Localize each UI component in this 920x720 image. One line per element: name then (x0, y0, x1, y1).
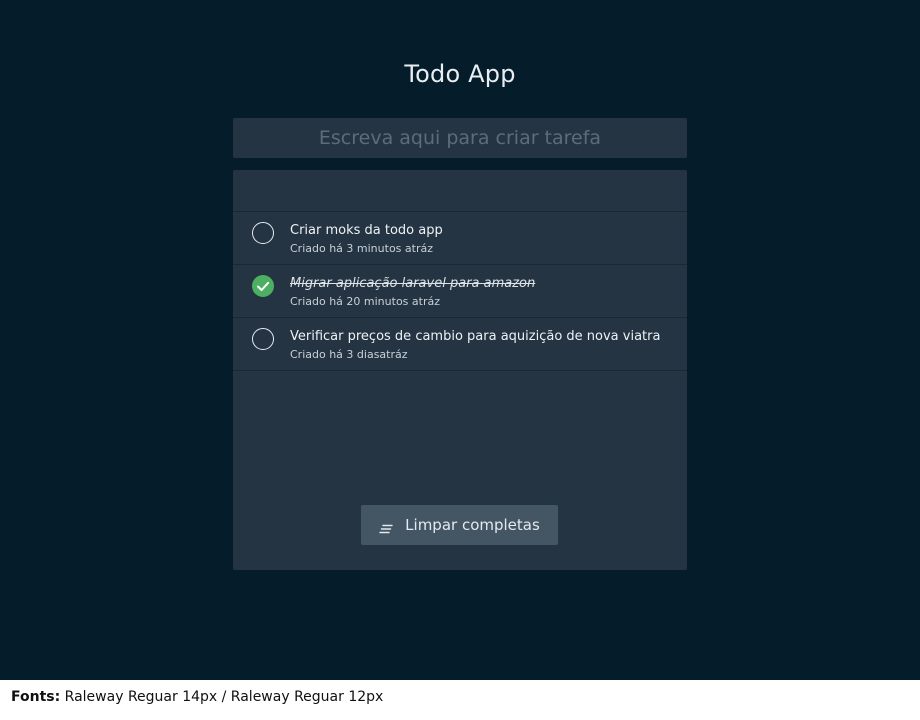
new-task-input[interactable] (233, 118, 687, 158)
task-checkbox[interactable] (252, 328, 274, 350)
clear-list-icon (379, 520, 393, 534)
fonts-footnote-text: Raleway Reguar 14px / Raleway Reguar 12p… (64, 689, 384, 705)
checkmark-icon (257, 281, 270, 291)
task-created-time: Criado há 3 minutos atráz (290, 242, 433, 255)
fonts-footnote: Fonts: Raleway Reguar 14px / Raleway Reg… (11, 689, 383, 705)
task-title: Criar moks da todo app (290, 223, 443, 238)
task-checkbox[interactable] (252, 222, 274, 244)
clear-completed-button[interactable]: Limpar completas (361, 505, 558, 545)
task-created-time: Criado há 20 minutos atráz (290, 295, 440, 308)
app-title: Todo App (404, 60, 516, 88)
task-item: Verificar preços de cambio para aquiziçã… (233, 318, 687, 371)
task-title: Migrar aplicação laravel para amazon (290, 276, 536, 291)
task-panel-header (233, 170, 687, 212)
app-background: Todo App Criar moks da todo app Criado h… (0, 0, 920, 680)
clear-completed-label: Limpar completas (405, 516, 540, 534)
task-title: Verificar preços de cambio para aquiziçã… (290, 329, 661, 344)
task-checkbox-checked[interactable] (252, 275, 274, 297)
task-panel: Criar moks da todo app Criado há 3 minut… (233, 170, 687, 570)
fonts-footnote-label: Fonts: (11, 689, 61, 705)
task-created-time: Criado há 3 diasatráz (290, 348, 408, 361)
task-item: Criar moks da todo app Criado há 3 minut… (233, 212, 687, 265)
task-item: Migrar aplicação laravel para amazon Cri… (233, 265, 687, 318)
